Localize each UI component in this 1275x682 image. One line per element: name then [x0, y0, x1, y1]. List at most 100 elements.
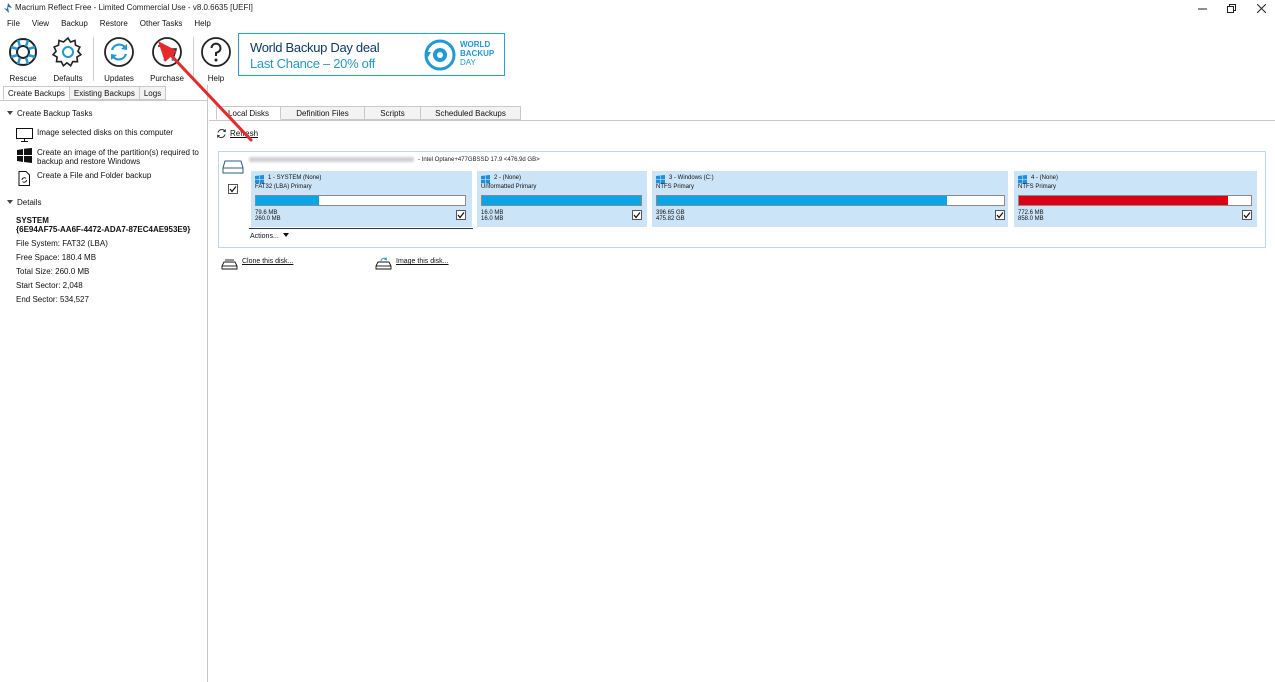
- partition-usage-fill: [256, 196, 319, 205]
- windows-logo-icon: [656, 175, 665, 184]
- partition-checkbox[interactable]: [1242, 210, 1252, 220]
- tab-existing-backups[interactable]: Existing Backups: [69, 86, 140, 100]
- collapse-triangle-icon: [7, 200, 13, 204]
- partition-1[interactable]: 1 - SYSTEM (None) FAT32 (LBA) Primary 79.6…: [251, 171, 472, 227]
- refresh-icon: [104, 37, 134, 67]
- actions-menu-button[interactable]: Actions...: [250, 233, 289, 240]
- menu-view[interactable]: View: [25, 18, 54, 32]
- partition-name: 1 - SYSTEM (None): [268, 175, 322, 181]
- windows-logo-icon: [17, 148, 32, 163]
- windows-logo-icon: [481, 175, 490, 184]
- partition-2[interactable]: 2 - (None) Unformatted Primary 16.0 MB 16.0…: [477, 171, 647, 227]
- partition-type: NTFS Primary: [656, 184, 694, 190]
- partition-checkbox[interactable]: [456, 210, 466, 220]
- tab-logs[interactable]: Logs: [139, 86, 167, 100]
- promo-banner[interactable]: World Backup Day deal Last Chance – 20% …: [238, 33, 505, 76]
- partition-type: FAT32 (LBA) Primary: [255, 184, 312, 190]
- main-tab-bar: Local Disks Definition Files Scripts Sch…: [216, 106, 521, 120]
- partition-name: 4 - (None): [1031, 175, 1059, 181]
- menu-bar: File View Backup Restore Other Tasks Hel…: [0, 18, 216, 32]
- help-button[interactable]: Help: [195, 36, 237, 84]
- details-start-sector: Start Sector: 2,048: [16, 281, 83, 290]
- promo-line1: World Backup Day deal: [250, 40, 380, 55]
- world-backup-day-badge-icon: [424, 39, 456, 71]
- image-disk-icon: [375, 257, 392, 270]
- partition-usage-bar: [656, 195, 1005, 206]
- menu-other-tasks[interactable]: Other Tasks: [133, 18, 188, 32]
- checkmark-icon: [996, 212, 1004, 219]
- monitor-icon: [16, 128, 33, 142]
- purchase-button[interactable]: Purchase: [146, 36, 188, 84]
- menu-file[interactable]: File: [0, 18, 25, 32]
- file-icon: [18, 171, 30, 186]
- close-button[interactable]: [1247, 0, 1275, 17]
- menu-restore[interactable]: Restore: [93, 18, 133, 32]
- title-bar: Macrium Reflect Free - Limited Commercia…: [0, 0, 1275, 17]
- partition-type: NTFS Primary: [1018, 184, 1056, 190]
- details-total-size: Total Size: 260.0 MB: [16, 267, 90, 276]
- details-guid: {6E94AF75-AA6F-4472-ADA7-87EC4AE953E9}: [16, 225, 191, 234]
- partition-usage-fill: [1019, 196, 1228, 205]
- partition-usage-bar: [1018, 195, 1252, 206]
- restore-icon: [1226, 4, 1236, 13]
- refresh-arrows-icon: [217, 129, 226, 138]
- minimize-button[interactable]: [1188, 0, 1216, 17]
- checkmark-icon: [633, 212, 641, 219]
- partition-checkbox[interactable]: [995, 210, 1005, 220]
- lifebuoy-icon: [9, 38, 37, 66]
- partition-3[interactable]: 3 - Windows (C:) NTFS Primary 396.65 GB 475…: [652, 171, 1008, 227]
- details-free-space: Free Space: 180.4 MB: [16, 253, 97, 262]
- disk-checkbox[interactable]: [228, 184, 238, 194]
- toolbar: Rescue Defaults Updates Purchase Help: [0, 33, 1275, 85]
- partition-usage-fill: [482, 196, 641, 205]
- partition-type: Unformatted Primary: [481, 184, 537, 190]
- partition-total: 475.82 GB: [656, 216, 685, 222]
- tab-divider: [0, 100, 207, 101]
- dropdown-caret-icon: [282, 233, 289, 237]
- gear-icon: [52, 36, 83, 68]
- checkmark-icon: [229, 186, 237, 193]
- selection-underline: [249, 228, 473, 229]
- left-tab-bar: Create Backups Existing Backups Logs: [3, 86, 167, 100]
- toolbar-separator: [193, 37, 194, 81]
- hard-drive-icon: [222, 160, 244, 174]
- help-icon: [201, 37, 231, 67]
- partition-checkbox[interactable]: [632, 210, 642, 220]
- partition-total: 260.0 MB: [255, 216, 281, 222]
- app-icon: [4, 3, 12, 13]
- disk-id-redacted: [249, 157, 414, 162]
- details-header[interactable]: Details: [7, 198, 41, 207]
- disk-title: - Intel Optane+477GBSSD 17.9 <476.9d GB>: [249, 157, 540, 163]
- rescue-button[interactable]: Rescue: [2, 36, 44, 84]
- menu-help[interactable]: Help: [187, 18, 215, 32]
- restore-button[interactable]: [1217, 0, 1245, 17]
- updates-button[interactable]: Updates: [98, 36, 140, 84]
- partition-total: 16.0 MB: [481, 216, 504, 222]
- partition-usage-bar: [255, 195, 466, 206]
- promo-badge-text: WORLD BACKUP DAY: [460, 40, 495, 67]
- tab-scripts[interactable]: Scripts: [365, 106, 421, 120]
- tab-local-disks[interactable]: Local Disks: [216, 106, 281, 120]
- partition-name: 3 - Windows (C:): [669, 175, 714, 181]
- clone-disk-icon: [221, 259, 238, 270]
- close-icon: [1256, 4, 1266, 13]
- tab-scheduled-backups[interactable]: Scheduled Backups: [421, 106, 521, 120]
- partition-4[interactable]: 4 - (None) NTFS Primary 772.6 MB 858.0 MB: [1014, 171, 1257, 227]
- collapse-triangle-icon: [7, 111, 13, 115]
- tab-definition-files[interactable]: Definition Files: [281, 106, 365, 120]
- defaults-button[interactable]: Defaults: [47, 36, 89, 84]
- details-name: SYSTEM: [16, 216, 49, 225]
- main-tab-divider: [209, 120, 1275, 121]
- cart-icon: [152, 37, 182, 67]
- tab-create-backups[interactable]: Create Backups: [3, 86, 70, 100]
- partition-total: 858.0 MB: [1018, 216, 1044, 222]
- partition-usage-bar: [481, 195, 642, 206]
- promo-line2: Last Chance – 20% off: [250, 56, 375, 71]
- minimize-icon: [1197, 8, 1207, 10]
- windows-logo-icon: [1018, 175, 1027, 184]
- backup-tasks-header[interactable]: Create Backup Tasks: [7, 109, 92, 118]
- partition-name: 2 - (None): [494, 175, 522, 181]
- details-file-system: File System: FAT32 (LBA): [16, 239, 108, 248]
- menu-backup[interactable]: Backup: [54, 18, 93, 32]
- details-end-sector: End Sector: 534,527: [16, 295, 89, 304]
